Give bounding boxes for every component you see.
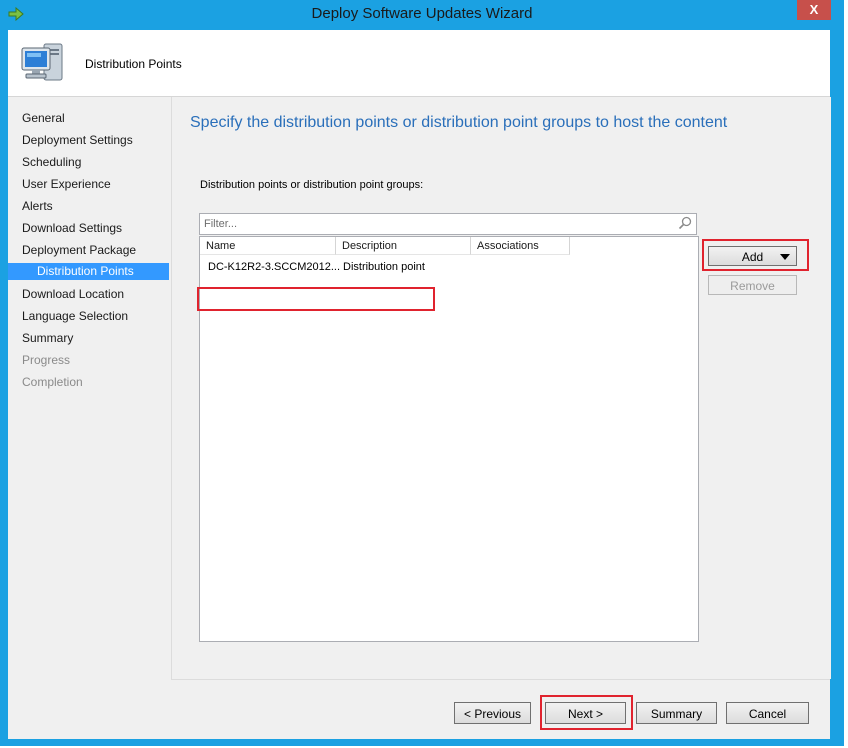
footer-separator bbox=[171, 679, 830, 680]
column-header-label: Name bbox=[206, 240, 236, 252]
wizard-header: Distribution Points bbox=[8, 30, 830, 97]
search-icon bbox=[678, 216, 692, 230]
column-header-description[interactable]: Description bbox=[336, 237, 471, 255]
nav-item-completion: Completion bbox=[22, 375, 83, 389]
remove-button: Remove bbox=[708, 275, 797, 295]
window-title: Deploy Software Updates Wizard bbox=[311, 5, 533, 22]
nav-item-progress: Progress bbox=[22, 353, 71, 367]
nav-item-language-selection[interactable]: Language Selection bbox=[22, 309, 128, 323]
title-bar[interactable]: Deploy Software Updates Wizard X bbox=[0, 0, 844, 30]
column-header-label: Associations bbox=[477, 240, 539, 252]
nav-item-label: Distribution Points bbox=[37, 264, 134, 278]
filter-placeholder: Filter... bbox=[204, 218, 238, 230]
nav-item-general[interactable]: General bbox=[22, 111, 65, 125]
nav-item-summary[interactable]: Summary bbox=[22, 331, 73, 345]
nav-item-download-settings[interactable]: Download Settings bbox=[22, 221, 122, 235]
nav-item-user-experience[interactable]: User Experience bbox=[22, 177, 111, 191]
wizard-content: Specify the distribution points or distr… bbox=[171, 97, 831, 679]
cancel-button[interactable]: Cancel bbox=[726, 702, 809, 724]
highlight-next bbox=[540, 695, 633, 730]
nav-item-alerts[interactable]: Alerts bbox=[22, 199, 53, 213]
nav-item-distribution-points[interactable]: Distribution Points bbox=[8, 263, 169, 280]
summary-button[interactable]: Summary bbox=[636, 702, 717, 724]
column-header-name[interactable]: Name bbox=[200, 237, 336, 255]
wizard-client: Distribution Points General Deployment S… bbox=[8, 30, 831, 739]
highlight-add bbox=[702, 239, 809, 271]
highlight-row bbox=[197, 287, 435, 311]
nav-item-download-location[interactable]: Download Location bbox=[22, 287, 124, 301]
close-button[interactable]: X bbox=[797, 0, 831, 20]
nav-item-deployment-package[interactable]: Deployment Package bbox=[22, 243, 136, 257]
distribution-points-label: Distribution points or distribution poin… bbox=[200, 179, 424, 191]
row-description: Distribution point bbox=[343, 261, 425, 273]
column-header-label: Description bbox=[342, 240, 398, 252]
filter-input[interactable]: Filter... bbox=[199, 213, 697, 235]
page-heading: Specify the distribution points or distr… bbox=[190, 114, 728, 131]
column-header-associations[interactable]: Associations bbox=[471, 237, 570, 255]
nav-item-scheduling[interactable]: Scheduling bbox=[22, 155, 81, 169]
computer-icon bbox=[21, 43, 63, 81]
wizard-window: Deploy Software Updates Wizard X Distrib… bbox=[0, 0, 844, 746]
wizard-nav: General Deployment Settings Scheduling U… bbox=[8, 97, 171, 739]
row-name: DC-K12R2-3.SCCM2012... bbox=[208, 261, 341, 273]
header-title: Distribution Points bbox=[85, 57, 182, 71]
previous-button[interactable]: < Previous bbox=[454, 702, 531, 724]
nav-item-deployment-settings[interactable]: Deployment Settings bbox=[22, 133, 133, 147]
